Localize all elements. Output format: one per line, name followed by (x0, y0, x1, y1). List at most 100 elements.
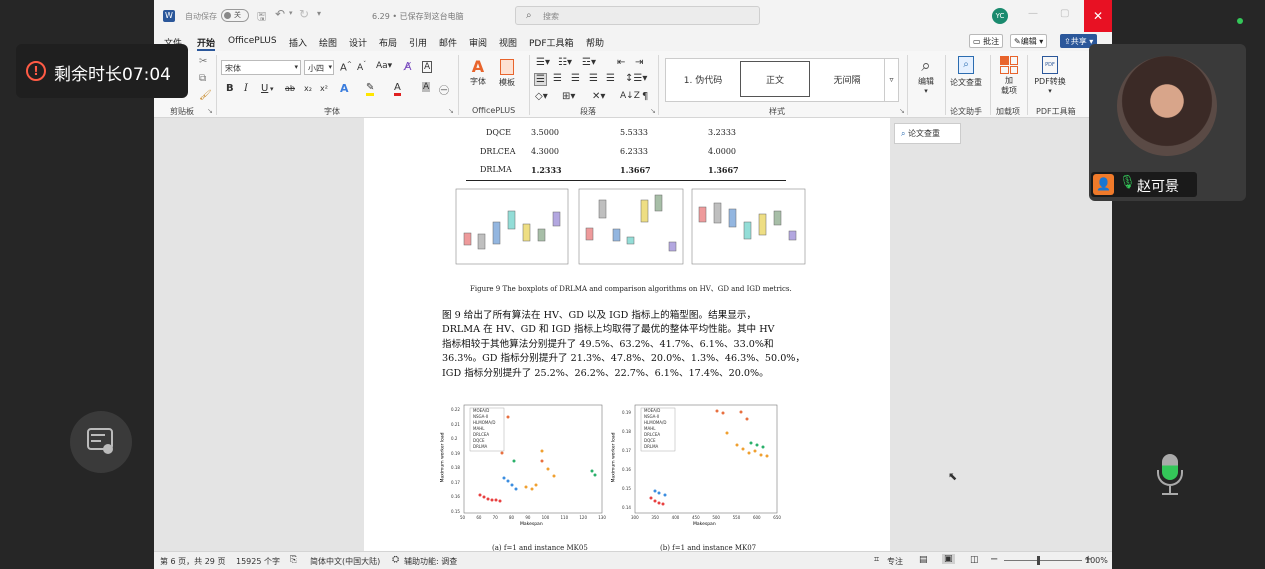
restore-icon[interactable]: ▢ (1060, 8, 1069, 19)
minimize-icon[interactable]: — (1028, 8, 1038, 19)
save-icon[interactable]: 🖫 (257, 8, 266, 27)
bold-button[interactable]: B (226, 83, 234, 94)
body-line: 指标相较于其他算法分别提升了 49.5%、63.2%、41.7%、6.1%、33… (442, 338, 774, 350)
officeplus-font-button[interactable]: A 字体 (467, 57, 489, 87)
menu-draw[interactable]: 绘图 (319, 36, 337, 49)
align-right-icon[interactable]: ☰ (571, 73, 580, 84)
char-border-icon[interactable]: A (422, 61, 433, 73)
menu-design[interactable]: 设计 (349, 36, 367, 49)
chat-button[interactable] (70, 411, 132, 473)
pdf-convert-button[interactable]: PDF PDF转换 ▾ (1032, 56, 1068, 95)
read-mode-icon[interactable]: ▤ (919, 555, 928, 565)
close-button[interactable]: ✕ (1084, 0, 1112, 32)
user-avatar[interactable]: YC (992, 8, 1008, 24)
search-input[interactable]: ⌕ 搜索 (515, 6, 760, 25)
menu-mailings[interactable]: 邮件 (439, 36, 457, 49)
redo-icon[interactable]: ↻ (299, 7, 309, 21)
italic-button[interactable]: I (244, 83, 248, 94)
document-title[interactable]: 6.29 • 已保存到这台电脑 (372, 11, 464, 22)
document-page[interactable]: DQCE 3.5000 5.5333 3.2333 DRLCEA 4.3000 … (364, 118, 890, 552)
accessibility-status[interactable]: 辅助功能: 调查 (404, 556, 457, 567)
language-status[interactable]: 简体中文(中国大陆) (310, 556, 380, 567)
print-layout-icon[interactable]: ▣ (942, 554, 955, 564)
edit-mode-button[interactable]: ✎编辑 ▾ (1010, 34, 1048, 48)
clear-format-icon[interactable]: A̸ (404, 60, 412, 73)
undo-dropdown-icon[interactable]: ▾ (289, 9, 293, 17)
menu-review[interactable]: 审阅 (469, 36, 487, 49)
subscript-button[interactable]: x₂ (304, 84, 312, 93)
paper-check-button[interactable]: ⌕ 论文查重 (948, 56, 984, 88)
font-launcher-icon[interactable]: ↘ (448, 107, 454, 115)
page-count[interactable]: 第 6 页，共 29 页 (160, 556, 225, 567)
undo-icon[interactable]: ↶ (275, 7, 285, 21)
text-effects-button[interactable]: A (340, 82, 349, 95)
cut-icon[interactable]: ✂ (199, 56, 207, 67)
underline-dropdown-icon[interactable]: ▾ (270, 85, 274, 93)
style-normal[interactable]: 正文 (740, 61, 810, 97)
menu-help[interactable]: 帮助 (586, 36, 604, 49)
word-count[interactable]: 15925 个字 (236, 556, 280, 567)
x-tick-label: 600 (752, 515, 761, 520)
underline-button[interactable]: U (261, 83, 268, 94)
menu-pdf-toolbox[interactable]: PDF工具箱 (529, 36, 574, 49)
align-center-icon[interactable]: ☰ (553, 73, 562, 84)
edit-button[interactable]: ⌕ 编辑 ▾ (912, 56, 940, 95)
numbering-icon[interactable]: ☷▾ (558, 57, 572, 68)
autosave-toggle[interactable]: 关 (221, 9, 249, 22)
participant-video-tile[interactable]: 👤 🎙 赵可景 (1089, 44, 1246, 201)
menu-officeplus[interactable]: OfficePLUS (228, 36, 277, 46)
x-tick-label: 80 (508, 515, 515, 520)
web-layout-icon[interactable]: ◫ (970, 555, 979, 565)
style-pseudocode[interactable]: 1. 伪代码 (668, 61, 738, 97)
microphone-button[interactable] (1153, 452, 1187, 498)
multilevel-list-icon[interactable]: ☲▾ (582, 57, 596, 68)
decrease-indent-icon[interactable]: ⇤ (617, 57, 625, 68)
clipboard-launcher-icon[interactable]: ↘ (207, 107, 213, 115)
distributed-icon[interactable]: ☰ (606, 73, 615, 84)
zoom-slider[interactable] (1004, 556, 1082, 565)
menu-references[interactable]: 引用 (409, 36, 427, 49)
enclose-char-icon[interactable]: ㊀ (439, 82, 449, 97)
change-case-icon[interactable]: Aa▾ (376, 61, 392, 71)
align-left-icon[interactable]: ☰ (534, 73, 547, 86)
side-paper-check-button[interactable]: ⌕ 论文查重 (894, 123, 961, 144)
font-name-select[interactable]: 宋体 ▾ (221, 60, 301, 75)
proofing-icon[interactable]: ⎘ (290, 555, 297, 565)
borders-icon[interactable]: ⊞▾ (562, 91, 575, 102)
format-painter-icon[interactable]: 🖌 (199, 90, 212, 101)
menu-insert[interactable]: 插入 (289, 36, 307, 49)
char-shading-button[interactable]: A (422, 82, 431, 92)
officeplus-template-button[interactable]: 模板 (496, 57, 518, 88)
font-color-button[interactable]: A (394, 82, 401, 96)
sort-icon[interactable]: A↓Z (620, 91, 640, 101)
shading-icon[interactable]: ◇▾ (535, 91, 548, 102)
zoom-level[interactable]: 100% (1085, 556, 1108, 565)
menu-layout[interactable]: 布局 (379, 36, 397, 49)
paragraph-launcher-icon[interactable]: ↘ (650, 107, 656, 115)
increase-indent-icon[interactable]: ⇥ (635, 57, 643, 68)
focus-label[interactable]: 专注 (887, 556, 903, 567)
justify-icon[interactable]: ☰ (589, 73, 598, 84)
show-marks-icon[interactable]: ¶ (642, 91, 648, 102)
focus-icon[interactable]: ⌗ (874, 555, 879, 565)
superscript-button[interactable]: x² (320, 84, 328, 93)
bullets-icon[interactable]: ☰▾ (536, 57, 550, 68)
grow-font-icon[interactable]: A^ (340, 61, 352, 73)
addin-button[interactable]: 加 载项 (996, 56, 1022, 96)
copy-icon[interactable]: ⧉ (199, 73, 206, 84)
zoom-out-icon[interactable]: − (990, 554, 998, 565)
menu-view[interactable]: 视图 (499, 36, 517, 49)
menu-home[interactable]: 开始 (197, 36, 216, 51)
font-size-select[interactable]: 小四 ▾ (304, 60, 334, 75)
comment-button[interactable]: ▭ 批注 (969, 34, 1004, 48)
quick-access-more-icon[interactable]: ▾ (317, 9, 321, 18)
styles-launcher-icon[interactable]: ↘ (899, 107, 905, 115)
style-no-spacing[interactable]: 无间隔 (812, 61, 882, 97)
strikethrough-button[interactable]: ab (285, 84, 295, 93)
line-spacing-icon[interactable]: ↕☰▾ (625, 73, 647, 84)
shrink-font-icon[interactable]: Aˇ (357, 61, 366, 73)
chinese-layout-icon[interactable]: ✕▾ (592, 91, 605, 102)
styles-more-button[interactable]: ▿ (884, 59, 898, 101)
highlight-icon[interactable]: ✎ (366, 82, 375, 96)
zoom-slider-handle[interactable] (1037, 556, 1040, 565)
